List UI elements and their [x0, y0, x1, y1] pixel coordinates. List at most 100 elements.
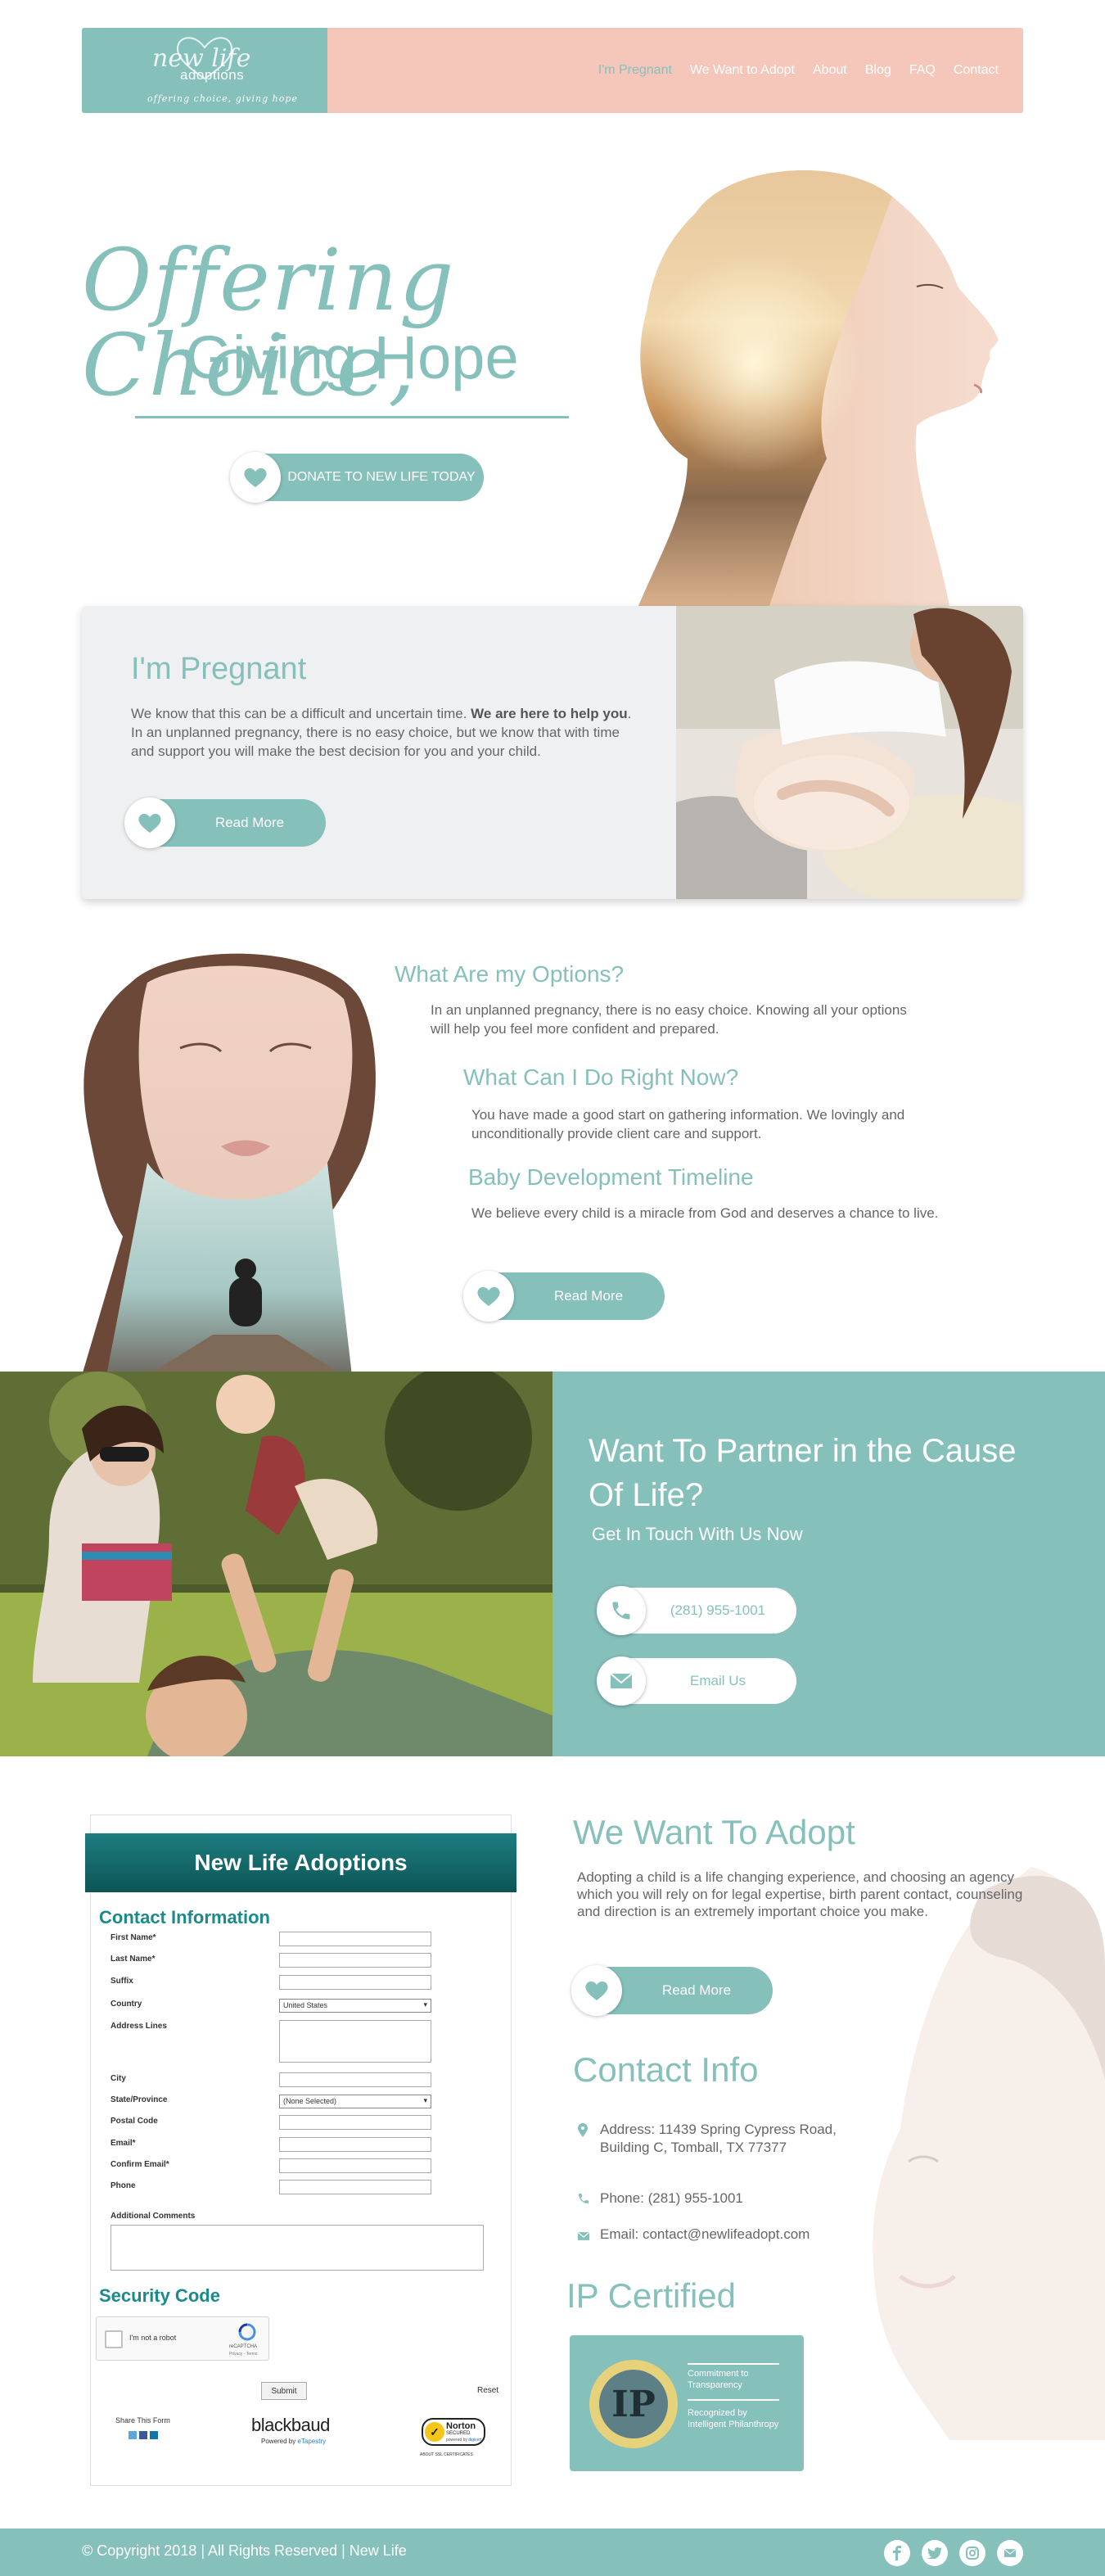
contact-email[interactable]: Email: contact@newlifeadopt.com [577, 2226, 810, 2246]
partner-subtitle: Get In Touch With Us Now [592, 1524, 803, 1544]
copyright: © Copyright 2018 | All Rights Reserved |… [82, 2542, 407, 2559]
city-label: City [110, 2074, 126, 2083]
recaptcha-checkbox[interactable] [105, 2330, 123, 2348]
additional-comments-input[interactable] [110, 2225, 484, 2271]
nav-contact[interactable]: Contact [954, 63, 999, 78]
logo-tagline: offering choice, giving hope [147, 93, 298, 104]
phone-icon [577, 2190, 592, 2210]
timeline-text: We believe every child is a miracle from… [471, 1205, 939, 1221]
postal-code-input[interactable] [279, 2115, 431, 2130]
norton-seal[interactable]: ✓ Norton SECURED powered by digicert [422, 2418, 485, 2446]
additional-comments-label: Additional Comments [110, 2212, 196, 2221]
adopt-title: We Want To Adopt [573, 1813, 855, 1851]
heart-icon [124, 798, 175, 848]
suffix-label: Suffix [110, 1977, 133, 1986]
facebook-share-icon[interactable] [139, 2431, 147, 2439]
options-text: In an unplanned pregnancy, there is no e… [431, 1002, 907, 1037]
checkmark-icon: ✓ [425, 2422, 444, 2442]
recaptcha-widget: I'm not a robot reCAPTCHA Privacy - Term… [96, 2316, 269, 2361]
partner-section: Want To Partner in the Cause Of Life? Ge… [552, 1372, 1105, 1756]
envelope-icon [577, 2226, 592, 2246]
site-header: new life adoptions offering choice, givi… [82, 28, 1023, 113]
ip-seal: IP [589, 2360, 678, 2448]
nav-blog[interactable]: Blog [865, 63, 891, 78]
pregnant-woman-image [676, 606, 1023, 899]
powered-by: Powered by eTapestry [261, 2438, 327, 2445]
timeline-title: Baby Development Timeline [468, 1164, 754, 1190]
phone-button[interactable]: (281) 955-1001 [597, 1586, 796, 1635]
envelope-icon [597, 1656, 646, 1706]
country-select[interactable]: United States [279, 1999, 431, 2013]
site-footer: © Copyright 2018 | All Rights Reserved |… [0, 2529, 1105, 2576]
first-name-label: First Name* [110, 1933, 156, 1942]
phone-input[interactable] [279, 2180, 431, 2194]
country-label: Country [110, 2000, 142, 2009]
recaptcha-logo-icon [238, 2323, 256, 2341]
contact-phone[interactable]: Phone: (281) 955-1001 [577, 2190, 743, 2210]
badge-divider-bottom [688, 2399, 779, 2401]
email-label: Email* [110, 2139, 136, 2148]
family-photo [0, 1372, 552, 1756]
last-name-label: Last Name* [110, 1955, 156, 1964]
pregnant-read-more-button[interactable]: Read More [124, 798, 326, 848]
badge-recognized: Recognized by Intelligent Philanthropy [688, 2408, 779, 2429]
nav-faq[interactable]: FAQ [909, 63, 936, 78]
nav-we-want-to-adopt[interactable]: We Want to Adopt [690, 63, 795, 78]
heart-icon [230, 452, 281, 503]
adopt-woman-face-image [873, 1867, 1105, 2440]
logo-word: adoptions [180, 67, 245, 83]
hero-divider [135, 416, 569, 418]
ip-seal-letters: IP [599, 2370, 668, 2438]
last-name-input[interactable] [279, 1953, 431, 1968]
nav-about[interactable]: About [813, 63, 847, 78]
hero-woman-profile-image [606, 164, 1031, 606]
heart-icon [463, 1271, 514, 1322]
reset-link[interactable]: Reset [477, 2386, 498, 2395]
adopt-text: Adopting a child is a life changing expe… [577, 1869, 1023, 1919]
norton-name: Norton [446, 2421, 476, 2431]
share-icons [129, 2431, 158, 2439]
ssl-about-link[interactable]: ABOUT SSL CERTIFICATES [420, 2452, 473, 2457]
state-province-select[interactable]: (None Selected) [279, 2095, 431, 2108]
contact-info-title: Contact Info [573, 2050, 759, 2089]
pregnant-text: We know that this can be a difficult and… [131, 706, 632, 759]
badge-divider-top [688, 2363, 779, 2365]
options-title: What Are my Options? [395, 961, 625, 987]
email-input[interactable] [279, 2137, 431, 2152]
email-us-button[interactable]: Email Us [597, 1656, 796, 1706]
state-province-label: State/Province [110, 2095, 168, 2104]
address-lines-input[interactable] [279, 2020, 431, 2063]
security-code-heading: Security Code [99, 2285, 220, 2306]
recaptcha-label: I'm not a robot [129, 2334, 177, 2342]
form-title: New Life Adoptions [85, 1833, 516, 1892]
recaptcha-terms[interactable]: Privacy - Terms [229, 2352, 257, 2357]
recaptcha-brand: reCAPTCHA [229, 2344, 258, 2349]
adopt-read-more-button[interactable]: Read More [571, 1965, 773, 2016]
right-now-text: You have made a good start on gathering … [471, 1107, 905, 1141]
ip-certified-title: IP Certified [566, 2276, 736, 2315]
facebook-icon[interactable] [884, 2540, 910, 2566]
twitter-share-icon[interactable] [129, 2431, 137, 2439]
confirm-email-input[interactable] [279, 2158, 431, 2173]
options-read-more-button[interactable]: Read More [463, 1271, 665, 1322]
city-input[interactable] [279, 2072, 431, 2087]
envelope-icon[interactable] [997, 2540, 1023, 2566]
phone-label: Phone [110, 2181, 136, 2190]
contact-address: Address: 11439 Spring Cypress Road, Buil… [577, 2121, 839, 2157]
norton-powered: powered by digicert [446, 2438, 482, 2443]
contact-information-heading: Contact Information [99, 1907, 270, 1927]
instagram-icon[interactable] [959, 2540, 985, 2566]
linkedin-share-icon[interactable] [150, 2431, 158, 2439]
donate-button[interactable]: DONATE TO NEW LIFE TODAY [230, 452, 484, 503]
map-pin-icon [577, 2121, 592, 2157]
first-name-input[interactable] [279, 1932, 431, 1946]
submit-button[interactable]: Submit [261, 2382, 307, 2400]
nav-im-pregnant[interactable]: I'm Pregnant [598, 63, 672, 78]
logo[interactable]: new life adoptions offering choice, givi… [82, 28, 327, 113]
twitter-icon[interactable] [922, 2540, 948, 2566]
ip-certified-badge[interactable]: IP Commitment to Transparency Recognized… [570, 2335, 804, 2471]
social-links [884, 2540, 1023, 2566]
suffix-input[interactable] [279, 1975, 431, 1990]
blackbaud-logo: blackbaud [251, 2415, 330, 2435]
address-lines-label: Address Lines [110, 2022, 167, 2031]
